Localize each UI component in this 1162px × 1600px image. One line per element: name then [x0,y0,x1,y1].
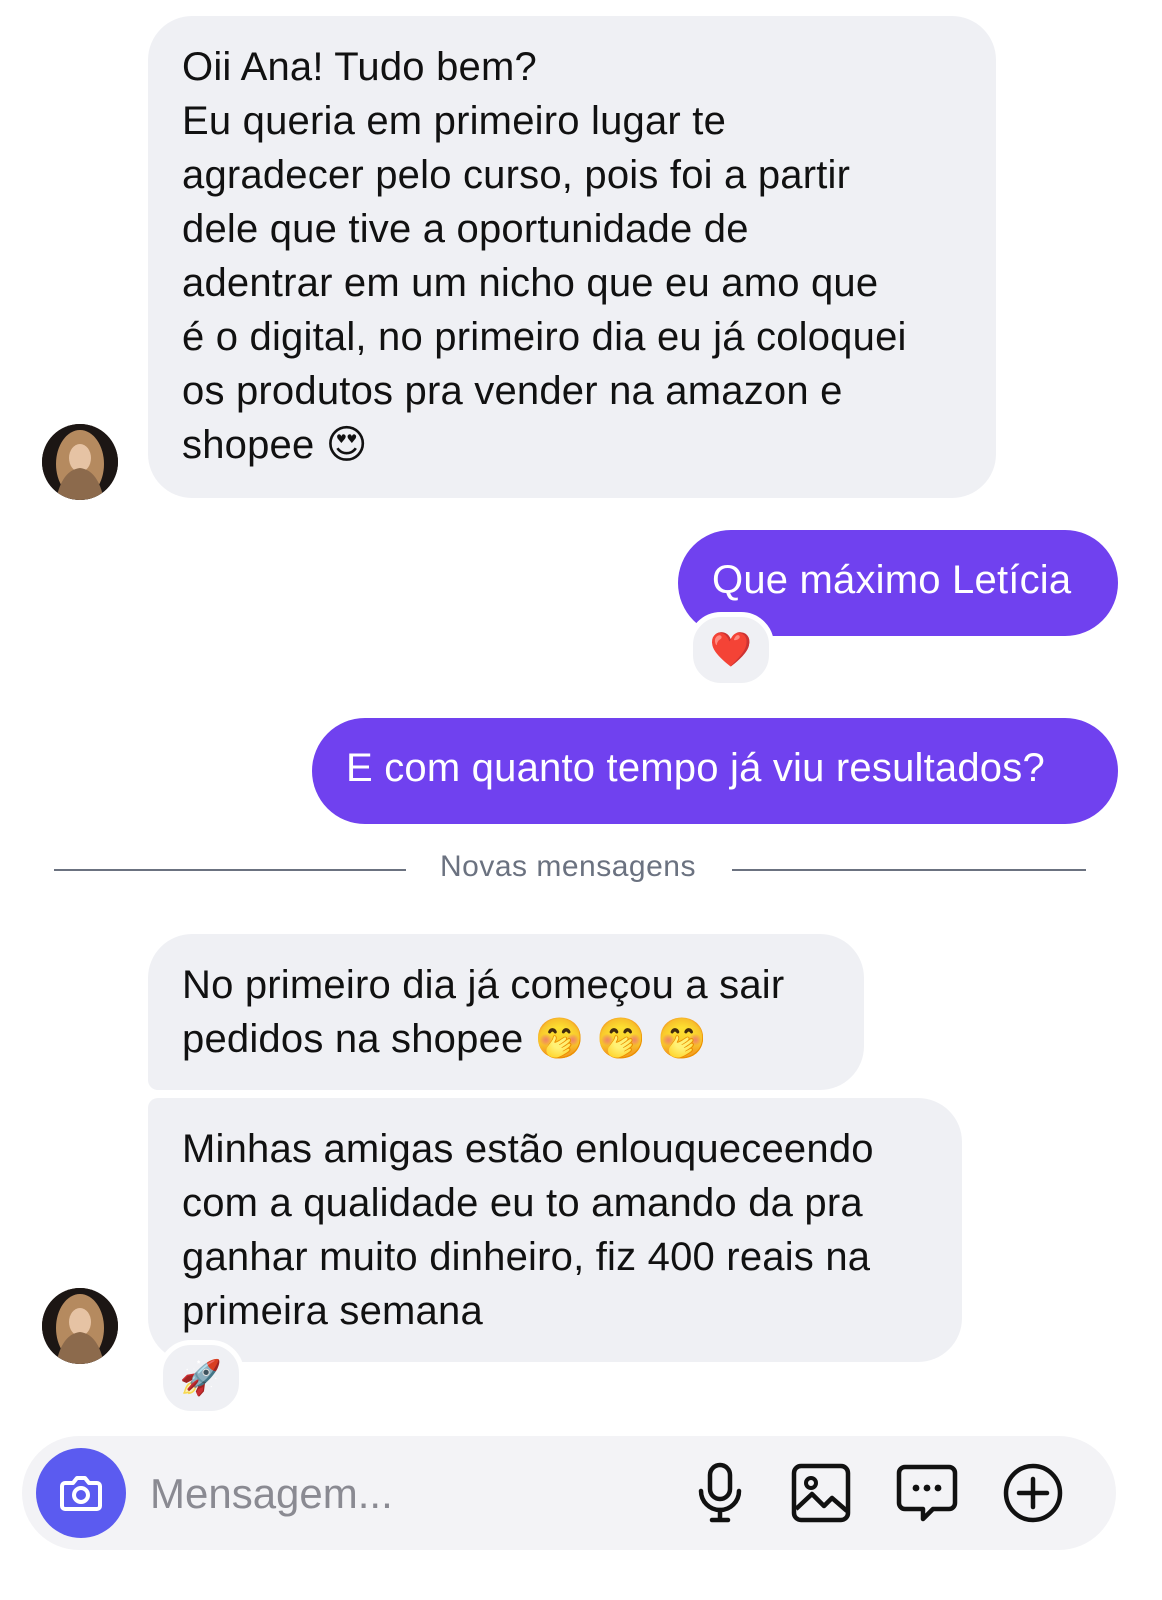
message-line: ganhar muito dinheiro, fiz 400 reais na [182,1235,871,1279]
camera-button[interactable] [36,1448,126,1538]
message-line: Oii Ana! Tudo bem? [182,45,537,89]
message-line: dele que tive a oportunidade de [182,207,749,251]
contact-avatar[interactable] [42,424,118,500]
message-line: primeira semana [182,1289,483,1333]
message-composer [22,1436,1116,1550]
incoming-message[interactable]: Minhas amigas estão enlouqueceendo com a… [148,1098,962,1362]
message-line: agradecer pelo curso, pois foi a partir [182,153,851,197]
message-line: com a qualidade eu to amando da pra [182,1181,863,1225]
message-line: adentrar em um nicho que eu amo que [182,261,879,305]
divider-line-right [732,869,1086,871]
incoming-message[interactable]: No primeiro dia já começou a sair pedido… [148,934,864,1090]
sticker-button[interactable] [892,1458,962,1528]
divider-line-left [54,869,406,871]
message-line: pedidos na shopee 🤭 🤭 🤭 [182,1017,708,1061]
image-icon [791,1463,851,1523]
outgoing-message[interactable]: E com quanto tempo já viu resultados? [312,718,1118,824]
avatar-portrait-icon [42,424,118,500]
message-input[interactable] [148,1464,672,1524]
rocket-icon: 🚀 [179,1359,223,1397]
more-options-button[interactable] [998,1458,1068,1528]
message-line: Minhas amigas estão enlouqueceendo [182,1127,874,1171]
message-line: os produtos pra vender na amazon e [182,369,843,413]
message-line: Eu queria em primeiro lugar te [182,99,727,143]
incoming-message[interactable]: Oii Ana! Tudo bem? Eu queria em primeiro… [148,16,996,498]
camera-icon [60,1476,102,1511]
microphone-button[interactable] [685,1458,755,1528]
contact-avatar[interactable] [42,1288,118,1364]
message-line: é o digital, no primeiro dia eu já coloq… [182,315,907,359]
new-messages-divider: Novas mensagens [440,850,696,883]
rocket-reaction[interactable]: 🚀 [158,1340,244,1416]
gallery-button[interactable] [786,1458,856,1528]
sticker-chat-icon [896,1464,958,1522]
avatar-portrait-icon [42,1288,118,1364]
heart-reaction[interactable]: ❤️ [688,612,774,688]
heart-icon: ❤️ [709,631,753,669]
plus-circle-icon [1003,1463,1063,1523]
message-text: E com quanto tempo já viu resultados? [346,746,1045,790]
message-line: No primeiro dia já começou a sair [182,963,785,1007]
microphone-icon [698,1462,742,1523]
message-text: Que máximo Letícia [712,558,1072,602]
message-line: shopee 😍 [182,423,368,467]
